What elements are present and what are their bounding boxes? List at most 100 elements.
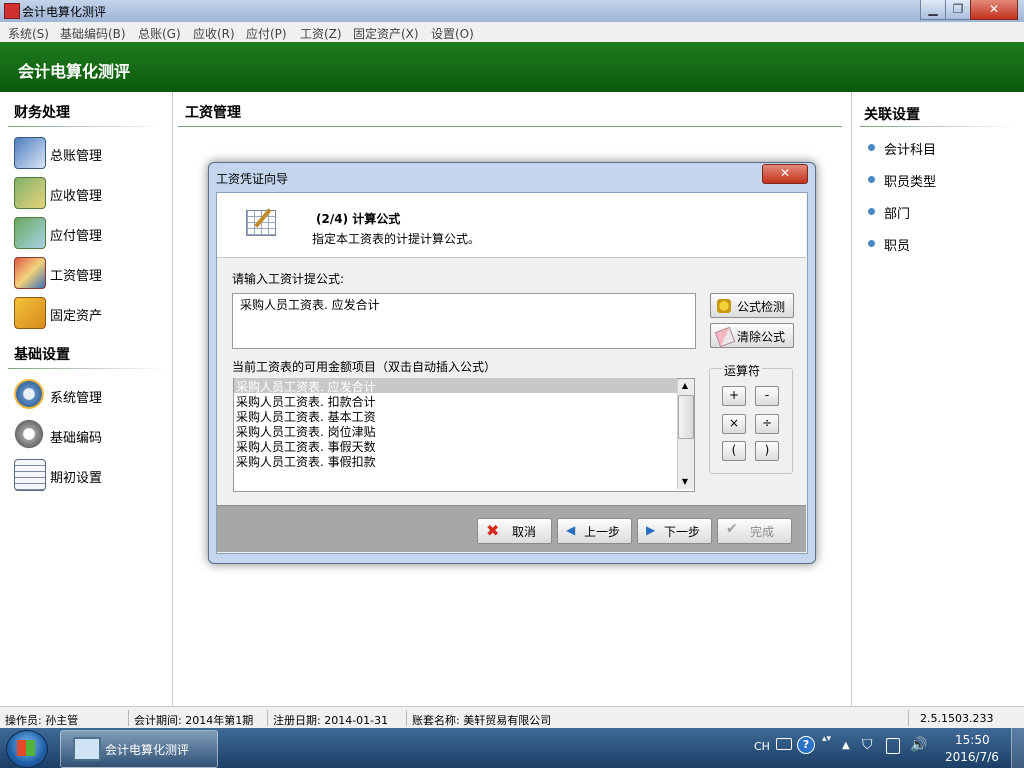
- menu-ledger[interactable]: 总账(G): [138, 25, 181, 42]
- taskbar-app-label: 会计电算化测评: [105, 743, 190, 757]
- section-basic-settings-heading: 基础设置: [14, 347, 70, 363]
- status-operator: 操作员: 孙主管: [5, 714, 79, 727]
- security-shield-icon[interactable]: ⛉: [862, 737, 873, 753]
- finish-button[interactable]: ✔ 完成: [717, 518, 792, 544]
- ime-settings-icon[interactable]: ▴▾: [822, 734, 831, 744]
- operators-group-title: 运算符: [722, 362, 763, 379]
- operator-divide-button[interactable]: ÷: [755, 414, 779, 434]
- app-icon: [4, 3, 20, 19]
- table-edit-icon: [246, 208, 276, 236]
- ledger-book-icon: [14, 137, 46, 169]
- gear-icon: [14, 419, 44, 449]
- menu-payable[interactable]: 应付(P): [246, 25, 287, 42]
- status-version: 2.5.1503.233: [920, 712, 994, 725]
- divider: [128, 710, 129, 726]
- nav-item-payable[interactable]: 应付管理: [14, 217, 164, 249]
- nav-item-label: 应收管理: [50, 189, 103, 204]
- help-icon[interactable]: ?: [797, 736, 815, 754]
- wizard-header: [217, 193, 806, 258]
- divider: [8, 126, 166, 127]
- divider: [860, 126, 1018, 127]
- operator-left-paren-button[interactable]: (: [722, 441, 746, 461]
- content-title: 工资管理: [185, 105, 241, 121]
- shopping-basket-icon: [14, 297, 46, 329]
- formula-label: 请输入工资计提公式:: [232, 272, 345, 286]
- credit-card-icon: [14, 257, 46, 289]
- gear-icon: [14, 379, 44, 409]
- bullet-icon: [868, 208, 875, 215]
- check-formula-label: 公式检测: [737, 300, 786, 314]
- operator-multiply-button[interactable]: ×: [722, 414, 746, 434]
- left-nav-panel: 财务处理 总账管理 应收管理 应付管理 工资管理 固定资产 基础设置 系统管理 …: [0, 92, 173, 706]
- menu-basic-codes[interactable]: 基础编码(B): [60, 25, 126, 42]
- device-icon[interactable]: [886, 738, 900, 754]
- taskbar-app-button[interactable]: 会计电算化测评: [60, 730, 218, 768]
- minimize-button[interactable]: ▁: [920, 0, 946, 20]
- menu-fixed-assets[interactable]: 固定资产(X): [353, 25, 419, 42]
- previous-button[interactable]: ◀ 上一步: [557, 518, 632, 544]
- menu-payroll[interactable]: 工资(Z): [300, 25, 342, 42]
- divider: [8, 368, 166, 369]
- input-language[interactable]: CH: [754, 740, 770, 753]
- available-items-label: 当前工资表的可用金额项目（双击自动插入公式）: [232, 360, 497, 374]
- formula-check-icon: [717, 299, 731, 313]
- nav-item-receivable[interactable]: 应收管理: [14, 177, 164, 209]
- nav-item-payroll[interactable]: 工资管理: [14, 257, 164, 289]
- keyboard-icon[interactable]: [776, 738, 792, 750]
- nav-item-general-ledger[interactable]: 总账管理: [14, 137, 164, 169]
- status-period: 会计期间: 2014年第1期: [134, 714, 254, 727]
- list-item[interactable]: 采购人员工资表. 事假扣款: [236, 453, 376, 470]
- nav-item-label: 基础编码: [50, 431, 103, 446]
- divider: [267, 710, 268, 726]
- dialog-close-button[interactable]: ✕: [762, 164, 808, 184]
- previous-label: 上一步: [584, 525, 621, 539]
- status-account-name: 账套名称: 美轩贸易有限公司: [412, 714, 552, 727]
- money-out-icon: [14, 217, 46, 249]
- nav-item-opening-settings[interactable]: 期初设置: [14, 459, 164, 491]
- nav-item-system-management[interactable]: 系统管理: [14, 379, 164, 409]
- operator-right-paren-button[interactable]: ): [755, 441, 779, 461]
- finish-label: 完成: [750, 525, 775, 539]
- clock-date[interactable]: 2016/7/6: [945, 750, 999, 764]
- speaker-icon[interactable]: 🔊: [910, 737, 927, 753]
- tray-expand-icon[interactable]: ▲: [842, 740, 850, 751]
- operator-plus-button[interactable]: +: [722, 386, 746, 406]
- eraser-icon: [714, 326, 736, 348]
- divider: [178, 126, 842, 127]
- bullet-icon: [868, 240, 875, 247]
- scroll-up-arrow-icon[interactable]: ▲: [677, 379, 693, 393]
- next-label: 下一步: [664, 525, 701, 539]
- arrow-right-icon: ▶: [646, 523, 656, 537]
- nav-item-basic-codes[interactable]: 基础编码: [14, 419, 164, 449]
- red-x-icon: ✖: [486, 521, 500, 540]
- section-finance-heading: 财务处理: [14, 105, 70, 121]
- menu-settings[interactable]: 设置(O): [431, 25, 474, 42]
- maximize-button[interactable]: ❐: [945, 0, 971, 20]
- clear-formula-button[interactable]: 清除公式: [710, 323, 794, 348]
- nav-item-label: 固定资产: [50, 309, 103, 324]
- next-button[interactable]: ▶ 下一步: [637, 518, 712, 544]
- window-title: 会计电算化测评: [22, 5, 107, 19]
- menu-system[interactable]: 系统(S): [8, 25, 49, 42]
- menu-receivable[interactable]: 应收(R): [193, 25, 235, 42]
- nav-item-label: 期初设置: [50, 471, 103, 486]
- cancel-button[interactable]: ✖ 取消: [477, 518, 552, 544]
- nav-item-fixed-assets[interactable]: 固定资产: [14, 297, 164, 329]
- nav-item-label: 系统管理: [50, 391, 103, 406]
- arrow-left-icon: ◀: [566, 523, 576, 537]
- operator-minus-button[interactable]: -: [755, 386, 779, 406]
- close-button[interactable]: ✕: [970, 0, 1018, 20]
- dialog-title: 工资凭证向导: [216, 172, 289, 186]
- monitor-icon: [73, 737, 101, 761]
- app-banner: 会计电算化测评: [0, 42, 1024, 92]
- status-register-date: 注册日期: 2014-01-31: [273, 714, 389, 727]
- clock-time[interactable]: 15:50: [955, 733, 990, 747]
- divider: [406, 710, 407, 726]
- bullet-icon: [868, 144, 875, 151]
- scroll-down-arrow-icon[interactable]: ▼: [677, 475, 693, 489]
- menu-bar: 系统(S) 基础编码(B) 总账(G) 应收(R) 应付(P) 工资(Z) 固定…: [0, 22, 1024, 43]
- show-desktop-button[interactable]: [1011, 728, 1024, 768]
- wizard-step-description: 指定本工资表的计提计算公式。: [312, 232, 481, 246]
- check-formula-button[interactable]: 公式检测: [710, 293, 794, 318]
- scroll-thumb[interactable]: [678, 395, 694, 439]
